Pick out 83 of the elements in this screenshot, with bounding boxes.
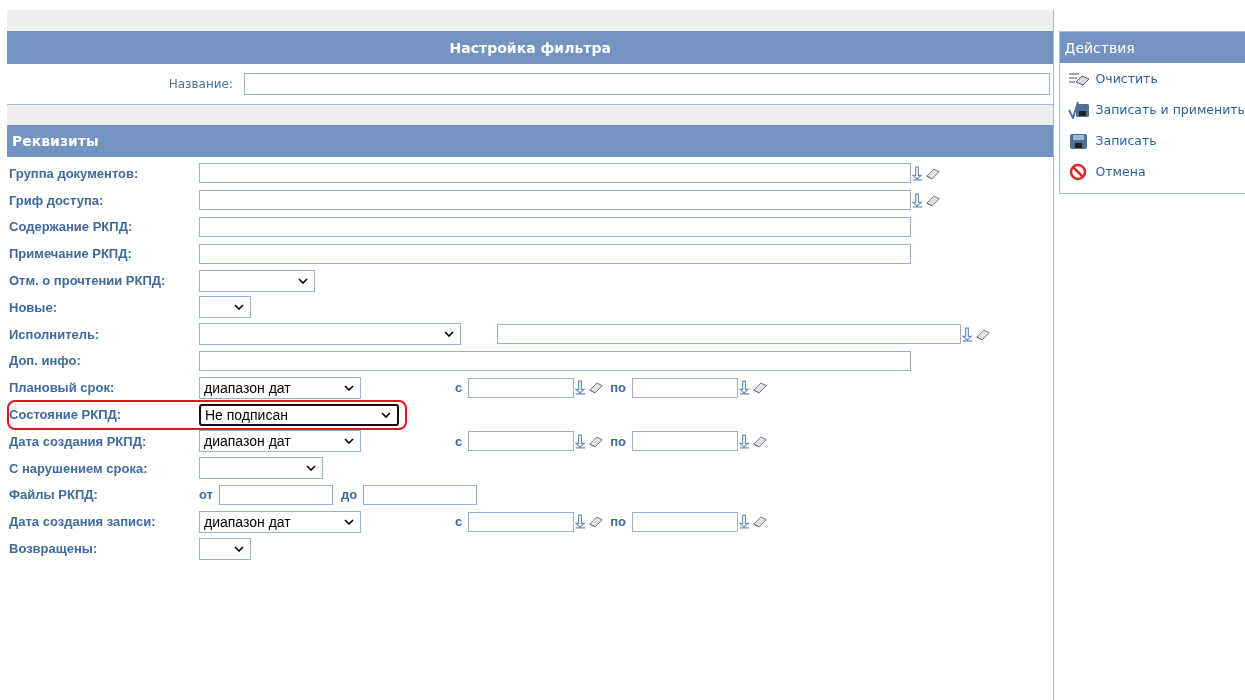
date-field[interactable] bbox=[468, 511, 575, 532]
select-field[interactable] bbox=[199, 269, 315, 292]
field-label: Состояние РКПД: bbox=[8, 407, 123, 423]
eraser-icon[interactable] bbox=[752, 515, 769, 529]
text-field[interactable] bbox=[199, 163, 911, 184]
field-label: Отм. о прочтении РКПД: bbox=[8, 273, 167, 289]
date-field[interactable] bbox=[632, 377, 739, 398]
field-label: Дата создания РКПД: bbox=[8, 433, 148, 449]
download-arrow-icon[interactable] bbox=[575, 514, 587, 530]
field-label: Плановый срок: bbox=[8, 380, 116, 396]
caret-icon bbox=[306, 465, 316, 472]
number-field[interactable] bbox=[363, 484, 478, 505]
download-arrow-icon[interactable] bbox=[739, 380, 751, 396]
field-label: С нарушением срока: bbox=[8, 460, 149, 476]
download-arrow-icon[interactable] bbox=[575, 380, 587, 396]
action-link[interactable]: Записать bbox=[1095, 133, 1157, 148]
field-label: Новые: bbox=[8, 299, 58, 315]
action-link[interactable]: Очистить bbox=[1095, 71, 1158, 86]
field-label: Возвращены: bbox=[8, 541, 99, 557]
select-field[interactable]: диапазон дат bbox=[199, 430, 361, 453]
text-field[interactable] bbox=[199, 350, 911, 371]
filter-title: Настройка фильтра bbox=[449, 39, 611, 56]
date-field[interactable] bbox=[468, 377, 575, 398]
caret-icon bbox=[344, 438, 354, 445]
from-label: от bbox=[199, 487, 213, 503]
eraser-icon[interactable] bbox=[925, 166, 941, 180]
caret-icon bbox=[344, 518, 354, 525]
eraser-icon[interactable] bbox=[588, 434, 605, 448]
select-field[interactable]: Не подписан bbox=[199, 403, 399, 426]
text-field[interactable] bbox=[199, 217, 911, 237]
action-link[interactable]: Записать и применить bbox=[1095, 102, 1245, 117]
field-label: Доп. инфо: bbox=[8, 353, 82, 369]
to-label: по bbox=[610, 380, 627, 396]
section-title: Реквизиты bbox=[12, 133, 99, 149]
text-field[interactable] bbox=[199, 190, 911, 211]
caret-icon bbox=[381, 411, 391, 418]
name-label: Название: bbox=[167, 77, 233, 91]
date-field[interactable] bbox=[468, 431, 575, 452]
name-field[interactable] bbox=[244, 73, 1050, 95]
from-label: с bbox=[455, 514, 463, 530]
eraser-icon[interactable] bbox=[925, 193, 941, 207]
select-field[interactable] bbox=[199, 296, 251, 319]
date-field[interactable] bbox=[632, 431, 739, 452]
eraser-icon[interactable] bbox=[588, 515, 605, 529]
date-field[interactable] bbox=[632, 511, 739, 532]
field-label: Примечание РКПД: bbox=[8, 246, 133, 262]
eraser-icon[interactable] bbox=[588, 381, 605, 395]
download-arrow-icon[interactable] bbox=[739, 514, 751, 530]
download-arrow-icon[interactable] bbox=[739, 433, 751, 449]
field-label: Дата создания записи: bbox=[8, 514, 157, 530]
from-label: с bbox=[455, 433, 463, 449]
field-label: Гриф доступа: bbox=[8, 192, 105, 208]
actions-title: Действия bbox=[1064, 39, 1135, 56]
floppy-check-icon[interactable] bbox=[1068, 100, 1091, 119]
field-label: Файлы РКПД: bbox=[8, 487, 99, 503]
field-label: Исполнитель: bbox=[8, 326, 101, 342]
action-link[interactable]: Отмена bbox=[1095, 164, 1146, 179]
eraser-icon[interactable] bbox=[752, 381, 769, 395]
caret-icon bbox=[344, 384, 354, 391]
download-arrow-icon[interactable] bbox=[962, 326, 973, 342]
download-arrow-icon[interactable] bbox=[912, 192, 923, 208]
caret-icon bbox=[234, 304, 244, 311]
select-field[interactable]: диапазон дат bbox=[199, 376, 361, 399]
select-field[interactable] bbox=[199, 457, 323, 480]
select-field[interactable]: диапазон дат bbox=[199, 510, 361, 533]
eraser-icon[interactable] bbox=[975, 327, 991, 341]
download-arrow-icon[interactable] bbox=[575, 433, 587, 449]
select-field[interactable] bbox=[199, 537, 251, 560]
text-field[interactable] bbox=[497, 324, 961, 345]
text-field[interactable] bbox=[199, 243, 911, 264]
download-arrow-icon[interactable] bbox=[912, 165, 923, 181]
caret-icon bbox=[298, 277, 308, 284]
caret-icon bbox=[444, 331, 454, 338]
from-label: с bbox=[455, 380, 463, 396]
to-label: до bbox=[341, 487, 358, 503]
field-label: Группа документов: bbox=[8, 165, 140, 181]
select-field[interactable] bbox=[199, 323, 461, 346]
caret-icon bbox=[234, 545, 244, 552]
to-label: по bbox=[610, 514, 627, 530]
eraser-icon[interactable] bbox=[752, 434, 769, 448]
field-label: Содержание РКПД: bbox=[8, 219, 134, 235]
to-label: по bbox=[610, 433, 627, 449]
number-field[interactable] bbox=[219, 484, 333, 505]
